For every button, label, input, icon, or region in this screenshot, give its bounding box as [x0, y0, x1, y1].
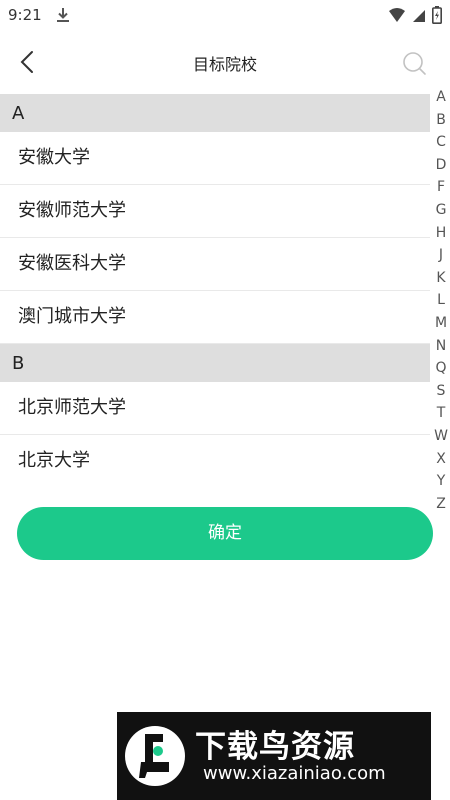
list-item[interactable]: 安徽师范大学: [0, 185, 430, 238]
page-title: 目标院校: [192, 55, 257, 74]
section-header-b: B: [0, 344, 430, 382]
index-letter[interactable]: H: [436, 222, 447, 245]
index-letter[interactable]: C: [436, 131, 446, 154]
list-item[interactable]: 北京师范大学: [0, 382, 430, 435]
search-icon[interactable]: [400, 49, 428, 77]
index-letter[interactable]: L: [437, 289, 445, 312]
watermark-title: 下载鸟资源: [195, 729, 355, 765]
header: 目标院校: [0, 30, 450, 94]
list-item[interactable]: 北京大学: [0, 435, 430, 487]
index-letter[interactable]: S: [437, 380, 446, 403]
index-letter[interactable]: F: [437, 176, 445, 199]
index-letter[interactable]: K: [436, 267, 445, 290]
index-letter[interactable]: G: [436, 199, 447, 222]
list-item[interactable]: 澳门城市大学: [0, 291, 430, 344]
index-letter[interactable]: W: [434, 425, 448, 448]
index-letter[interactable]: X: [436, 448, 446, 471]
status-time: 9:21: [8, 6, 42, 24]
index-letter[interactable]: Q: [435, 357, 446, 380]
index-letter[interactable]: A: [436, 86, 446, 109]
list-item[interactable]: 安徽大学: [0, 132, 430, 185]
index-letter[interactable]: T: [437, 402, 446, 425]
confirm-button[interactable]: 确定: [17, 507, 433, 560]
watermark-url: www.xiazainiao.com: [203, 763, 386, 784]
status-bar: 9:21: [0, 0, 450, 30]
index-letter[interactable]: J: [439, 244, 443, 267]
list-item[interactable]: 安徽医科大学: [0, 238, 430, 291]
index-letter[interactable]: B: [436, 109, 446, 132]
wifi-icon: [389, 8, 405, 22]
school-list: A 安徽大学 安徽师范大学 安徽医科大学 澳门城市大学 B 北京师范大学 北京大…: [0, 94, 430, 487]
watermark-banner: 下载鸟资源 www.xiazainiao.com: [117, 712, 431, 800]
download-icon: [57, 8, 69, 22]
bird-logo-icon: [125, 726, 185, 786]
index-letter[interactable]: D: [436, 154, 447, 177]
section-header-a: A: [0, 94, 430, 132]
signal-icon: [413, 10, 425, 22]
status-icons: [388, 6, 442, 24]
index-letter[interactable]: Z: [436, 493, 446, 516]
index-letter[interactable]: N: [436, 335, 446, 358]
index-letter[interactable]: M: [435, 312, 447, 335]
battery-icon: [432, 6, 442, 24]
alphabet-index-bar[interactable]: A B C D F G H J K L M N Q S T W X Y Z: [432, 86, 450, 515]
index-letter[interactable]: Y: [437, 470, 446, 493]
